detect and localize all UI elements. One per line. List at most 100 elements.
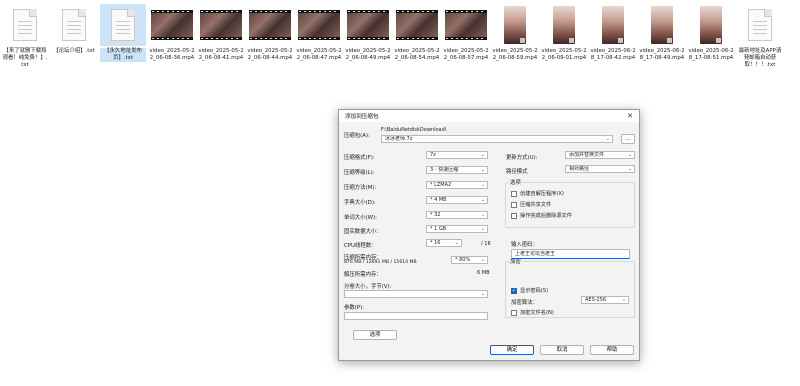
file-item[interactable]: 【论坛介绍】.txt xyxy=(51,4,97,55)
video-thumbnail xyxy=(445,10,487,40)
password-input[interactable]: 上老王论坛当老王 xyxy=(511,249,630,259)
text-file-icon xyxy=(62,9,86,41)
solid-select[interactable]: * 1 GB ⌄ xyxy=(426,225,488,233)
word-select[interactable]: * 32 ⌄ xyxy=(426,211,488,219)
shared-checkbox-row[interactable]: 压缩共享文件 xyxy=(511,201,551,208)
method-label: 压缩方法(M): xyxy=(344,185,377,191)
update-label: 更新方式(U): xyxy=(506,155,538,161)
file-item[interactable]: video_2025-05-22_06-08-49.mp4 xyxy=(345,4,391,62)
file-name: 【永久地址发布页】.txt xyxy=(100,48,146,62)
file-item[interactable]: 最新地址及APP请発邮箱自动获取！！！.txt xyxy=(737,4,783,69)
delete-label: 操作完成后删除源文件 xyxy=(520,213,572,219)
chevron-down-icon: ⌄ xyxy=(605,136,610,142)
chevron-down-icon: ⌄ xyxy=(480,212,485,218)
file-item[interactable]: video_2025-05-22_06-09-01.mp4 xyxy=(541,4,587,62)
file-item[interactable]: video_2025-05-22_06-08-47.mp4 xyxy=(296,4,342,62)
file-thumb xyxy=(492,4,538,46)
file-name: video_2025-05-22_06-08-54.mp4 xyxy=(394,48,440,61)
file-thumb xyxy=(149,4,195,46)
cpu-value: * 16 xyxy=(430,240,441,246)
show-password-row[interactable]: ✓ 显示密码(S) xyxy=(511,287,548,294)
shared-label: 压缩共享文件 xyxy=(520,202,552,208)
file-thumb xyxy=(688,4,734,46)
text-file-icon xyxy=(13,9,37,41)
file-item[interactable]: 【永久地址发布页】.txt xyxy=(100,4,146,62)
enc-names-row[interactable]: 加密文件名(N) xyxy=(511,309,554,316)
help-button[interactable]: 帮助 xyxy=(590,345,634,355)
format-select[interactable]: 7z ⌄ xyxy=(426,151,488,159)
check-icon[interactable]: ✓ xyxy=(511,287,517,294)
archive-name-combo[interactable]: 冰冰老师.7z ⌄ xyxy=(381,135,613,143)
delete-checkbox-row[interactable]: 操作完成后删除源文件 xyxy=(511,212,572,219)
shared-checkbox[interactable] xyxy=(511,201,517,208)
file-item[interactable]: video_2025-06-28_17-08-49.mp4 xyxy=(639,4,685,62)
sfx-label: 创建自解压程序(X) xyxy=(520,191,564,197)
cpu-select[interactable]: * 16 ⌄ xyxy=(426,239,462,247)
file-thumb xyxy=(394,4,440,46)
mem-select[interactable]: * 80% ⌄ xyxy=(451,256,488,264)
video-thumbnail xyxy=(700,6,722,44)
file-thumb xyxy=(345,4,391,46)
file-item[interactable]: 【来了就删下载和观看！纯免费！】.txt xyxy=(2,4,48,69)
chevron-down-icon: ⌄ xyxy=(627,166,632,172)
text-file-icon xyxy=(748,9,772,41)
sfx-checkbox-row[interactable]: 创建自解压程序(X) xyxy=(511,190,564,197)
video-thumbnail xyxy=(553,6,575,44)
file-item[interactable]: video_2025-05-22_06-08-57.mp4 xyxy=(443,4,489,62)
params-input[interactable] xyxy=(344,312,488,320)
video-thumbnail xyxy=(249,10,291,40)
cancel-button[interactable]: 取消 xyxy=(540,345,584,355)
file-item[interactable]: video_2025-06-28_17-08-51.mp4 xyxy=(688,4,734,62)
password-label: 输入密码： xyxy=(511,242,538,248)
text-file-icon xyxy=(111,9,135,41)
file-name: video_2025-05-22_06-08-57.mp4 xyxy=(443,48,489,61)
close-icon[interactable]: ✕ xyxy=(625,111,635,121)
video-thumbnail xyxy=(347,10,389,40)
video-thumbnail xyxy=(396,10,438,40)
split-select[interactable]: ⌄ xyxy=(344,290,488,298)
file-name: 【论坛介绍】.txt xyxy=(53,48,95,54)
dict-select[interactable]: * 4 MB ⌄ xyxy=(426,196,488,204)
file-name: video_2025-05-22_06-09-01.mp4 xyxy=(541,48,587,61)
method-value: * LZMA2 xyxy=(430,182,452,188)
cpu-total: / 16 xyxy=(481,241,491,247)
archive-path: F:\BaiduNetdiskDownload\ xyxy=(381,127,447,133)
chevron-down-icon: ⌄ xyxy=(480,257,485,263)
ok-button[interactable]: 确定 xyxy=(490,345,534,355)
file-item[interactable]: video_2025-06-28_17-08-42.mp4 xyxy=(590,4,636,62)
file-thumb xyxy=(198,4,244,46)
mem-detail: 876 MB / 12691 MB / 15614 MB xyxy=(344,260,417,265)
browse-button[interactable]: ... xyxy=(621,134,635,144)
enc-method-label: 加密算法： xyxy=(511,300,538,306)
pathmode-select[interactable]: 相对路径 ⌄ xyxy=(565,165,635,173)
show-password-label: 显示密码(S) xyxy=(520,288,549,294)
decomp-mem-label: 解压所需内存： xyxy=(344,272,382,278)
file-name: video_2025-06-28_17-08-42.mp4 xyxy=(590,48,636,61)
split-label: 分卷大小，字节(V): xyxy=(344,284,392,290)
file-item[interactable]: video_2025-05-22_06-08-59.mp4 xyxy=(492,4,538,62)
method-select[interactable]: * LZMA2 ⌄ xyxy=(426,181,488,189)
file-thumb xyxy=(100,4,146,46)
archive-label: 压缩包(A): xyxy=(344,133,370,139)
file-item[interactable]: video_2025-05-22_06-08-41.mp4 xyxy=(198,4,244,62)
level-select[interactable]: 3 - 快速压缩 ⌄ xyxy=(426,166,488,174)
video-thumbnail xyxy=(298,10,340,40)
pathmode-label: 路径模式 xyxy=(506,169,528,175)
chevron-down-icon: ⌄ xyxy=(480,291,485,297)
enc-names-checkbox[interactable] xyxy=(511,309,517,316)
file-item[interactable]: video_2025-05-22_06-08-44.mp4 xyxy=(247,4,293,62)
chevron-down-icon: ⌄ xyxy=(627,152,632,158)
file-item[interactable]: video_2025-05-22_06-08-36.mp4 xyxy=(149,4,195,62)
options-button[interactable]: 选项 xyxy=(353,330,397,340)
video-thumbnail xyxy=(151,10,193,40)
video-thumbnail xyxy=(200,10,242,40)
chevron-down-icon: ⌄ xyxy=(621,297,626,303)
update-select[interactable]: 添加并替换文件 ⌄ xyxy=(565,151,635,159)
sfx-checkbox[interactable] xyxy=(511,190,517,197)
dialog-title: 添加到压缩包 xyxy=(345,114,379,120)
delete-checkbox[interactable] xyxy=(511,212,517,219)
file-item[interactable]: video_2025-05-22_06-08-54.mp4 xyxy=(394,4,440,62)
enc-method-select[interactable]: AES-256 ⌄ xyxy=(581,296,629,304)
file-thumb xyxy=(590,4,636,46)
file-name: 最新地址及APP请発邮箱自动获取！！！.txt xyxy=(738,48,782,68)
